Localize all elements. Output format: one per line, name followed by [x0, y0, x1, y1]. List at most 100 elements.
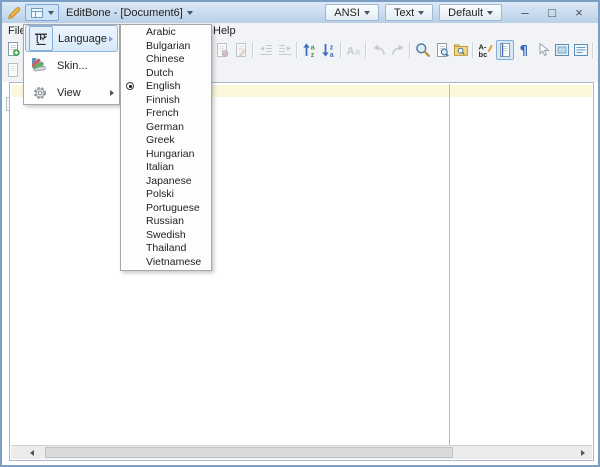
- pilcrow-icon[interactable]: ¶: [515, 40, 533, 60]
- language-submenu: Arabic BulgarianChineseDutchEnglish Finnis…: [120, 24, 212, 271]
- caret-down-icon: [418, 11, 424, 15]
- menu-help[interactable]: Help: [207, 23, 242, 39]
- line-style-icon[interactable]: [496, 40, 514, 60]
- toolbar-separator: [252, 42, 254, 58]
- redo-icon[interactable]: [389, 40, 407, 60]
- edit-document-icon[interactable]: [232, 40, 250, 60]
- toolbar-icons: azzaAaA-bc¶: [212, 39, 600, 61]
- indent-left-icon[interactable]: [257, 40, 275, 60]
- split-divider[interactable]: [449, 84, 450, 446]
- scroll-left-arrow[interactable]: [25, 446, 39, 459]
- toolbar-separator: [472, 42, 474, 58]
- editor-area[interactable]: [9, 82, 594, 461]
- language-label: Russian: [146, 215, 184, 227]
- close-document-icon[interactable]: [213, 40, 231, 60]
- indent-right-icon[interactable]: [276, 40, 294, 60]
- title-caret-icon[interactable]: [187, 11, 193, 15]
- menu-item-language-chinese[interactable]: Chinese: [121, 53, 211, 67]
- language-label: Bulgarian: [146, 40, 190, 52]
- skin-icon: [28, 58, 52, 74]
- menu-item-language-english[interactable]: English: [121, 80, 211, 94]
- menu-item-language-greek[interactable]: Greek: [121, 134, 211, 148]
- caret-down-icon: [364, 11, 370, 15]
- svg-text:a: a: [355, 47, 360, 57]
- titlebar-button-text[interactable]: Text: [385, 4, 433, 21]
- frame-icon[interactable]: [553, 40, 571, 60]
- app-menu-panel: Language Skin... View: [23, 24, 120, 105]
- close-button[interactable]: ×: [570, 4, 588, 21]
- scroll-right-arrow[interactable]: [576, 446, 590, 459]
- language-label: Finnish: [146, 94, 180, 106]
- app-menu-button[interactable]: [25, 4, 59, 21]
- svg-text:a: a: [329, 52, 333, 58]
- toolbar-separator: [409, 42, 411, 58]
- view-icon: [28, 85, 52, 101]
- language-label: Italian: [146, 161, 174, 173]
- editbone-window: EditBone - [Document6] ANSI Text Default –…: [0, 0, 600, 467]
- find-in-files-icon[interactable]: [452, 40, 470, 60]
- menu-item-language-vietnamese[interactable]: Vietnamese: [121, 256, 211, 270]
- titlebar-button-default[interactable]: Default: [439, 4, 502, 21]
- scrollbar-thumb[interactable]: [45, 447, 453, 458]
- zoom-icon[interactable]: [414, 40, 432, 60]
- horizontal-scrollbar[interactable]: [11, 445, 592, 459]
- menu-item-language-french[interactable]: French: [121, 107, 211, 121]
- language-label: Portuguese: [146, 202, 200, 214]
- caret-down-icon: [487, 11, 493, 15]
- titlebar-button-ansi[interactable]: ANSI: [325, 4, 379, 21]
- menu-item-language-dutch[interactable]: Dutch: [121, 67, 211, 81]
- svg-text:bc: bc: [478, 50, 487, 58]
- select-mode-icon[interactable]: [534, 40, 552, 60]
- titlebar-buttons: ANSI Text Default: [325, 4, 502, 21]
- title-text: EditBone - [Document6]: [66, 7, 183, 19]
- menu-item-language[interactable]: Language: [25, 25, 118, 52]
- menu-item-language-finnish[interactable]: Finnish: [121, 94, 211, 108]
- language-label: Vietnamese: [146, 256, 201, 268]
- menu-item-view[interactable]: View: [25, 79, 118, 106]
- menu-item-language-russian[interactable]: Russian: [121, 215, 211, 229]
- undo-icon[interactable]: [370, 40, 388, 60]
- menu-item-language-portuguese[interactable]: Portuguese: [121, 202, 211, 216]
- submenu-arrow-icon: [109, 36, 113, 42]
- button-label: ANSI: [334, 7, 360, 19]
- menu-item-language-german[interactable]: German: [121, 121, 211, 135]
- list-icon[interactable]: [572, 40, 590, 60]
- submenu-arrow-icon: [110, 90, 114, 96]
- find-document-icon[interactable]: [433, 40, 451, 60]
- svg-text:a: a: [310, 45, 314, 52]
- language-label: English: [146, 80, 180, 92]
- toolbar-separator: [365, 42, 367, 58]
- svg-text:A: A: [346, 46, 354, 58]
- clipped-icon[interactable]: [597, 40, 600, 60]
- svg-text:z: z: [329, 45, 333, 52]
- menu-item-language-italian[interactable]: Italian: [121, 161, 211, 175]
- button-label: Default: [448, 7, 483, 19]
- caret-down-icon: [48, 11, 54, 15]
- maximize-button[interactable]: □: [543, 4, 561, 21]
- menu-item-language-polski[interactable]: Polski: [121, 188, 211, 202]
- language-icon: [29, 26, 53, 51]
- sort-ascending-icon[interactable]: az: [301, 40, 319, 60]
- titlebar: EditBone - [Document6] ANSI Text Default –…: [2, 2, 598, 23]
- language-label: Polski: [146, 188, 174, 200]
- menu-item-language-hungarian[interactable]: Hungarian: [121, 148, 211, 162]
- new-document-button[interactable]: [5, 41, 21, 57]
- language-label: French: [146, 107, 179, 119]
- minimize-button[interactable]: –: [516, 4, 534, 21]
- menu-item-skin[interactable]: Skin...: [25, 52, 118, 79]
- text-case-icon[interactable]: Aa: [345, 40, 363, 60]
- menu-item-language-swedish[interactable]: Swedish: [121, 229, 211, 243]
- menu-item-language-arabic[interactable]: Arabic: [121, 26, 211, 40]
- language-label: Arabic: [146, 26, 176, 38]
- menu-item-language-bulgarian[interactable]: Bulgarian: [121, 40, 211, 54]
- language-label: Dutch: [146, 67, 173, 79]
- menu-item-label: Language: [58, 33, 107, 45]
- language-label: Swedish: [146, 229, 186, 241]
- menu-item-language-japanese[interactable]: Japanese: [121, 175, 211, 189]
- selected-radio-icon: [126, 82, 134, 90]
- spell-check-icon[interactable]: A-bc: [477, 40, 495, 60]
- toolbar-separator: [296, 42, 298, 58]
- document-tab-icon[interactable]: [5, 62, 21, 78]
- sort-descending-icon[interactable]: za: [320, 40, 338, 60]
- menu-item-language-thailand[interactable]: Thailand: [121, 242, 211, 256]
